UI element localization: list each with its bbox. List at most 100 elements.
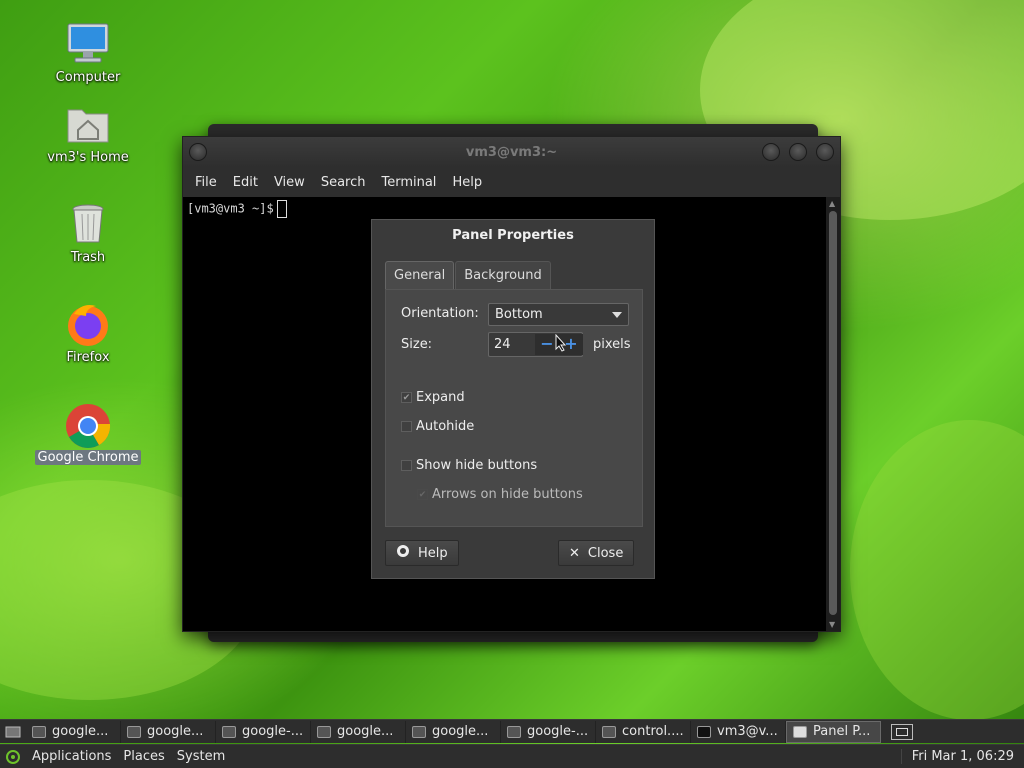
menu-file[interactable]: File: [187, 175, 225, 190]
close-icon[interactable]: [816, 143, 834, 161]
desktop-icon-computer[interactable]: Computer: [33, 20, 143, 85]
task-button[interactable]: google-...: [501, 720, 596, 743]
close-button[interactable]: ✕ Close: [558, 540, 635, 566]
task-button[interactable]: google...: [406, 720, 501, 743]
task-button[interactable]: google...: [311, 720, 406, 743]
desktop-icon-label: Firefox: [66, 350, 110, 365]
dialog-tabs: General Background: [385, 261, 552, 289]
terminal-menubar: File Edit View Search Terminal Help: [183, 167, 840, 197]
window-icon: [222, 725, 236, 738]
terminal-scrollbar[interactable]: ▲ ▼: [826, 197, 840, 631]
size-spinbutton[interactable]: 24 − +: [488, 332, 583, 357]
chrome-icon: [64, 400, 112, 448]
scroll-down-icon[interactable]: ▼: [829, 620, 835, 629]
task-button[interactable]: google-...: [216, 720, 311, 743]
desktop-icon-label: Trash: [70, 250, 106, 265]
menu-edit[interactable]: Edit: [225, 175, 266, 190]
firefox-icon: [64, 300, 112, 348]
checkbox-checked-icon: ✔: [401, 392, 412, 403]
orientation-label: Orientation:: [401, 306, 479, 321]
task-label: google-...: [527, 724, 589, 739]
size-label: Size:: [401, 337, 433, 352]
size-value: 24: [494, 337, 511, 352]
show-hide-buttons-label: Show hide buttons: [416, 458, 538, 473]
desktop-icon-home[interactable]: vm3's Home: [33, 100, 143, 165]
task-button[interactable]: google...: [121, 720, 216, 743]
tab-background[interactable]: Background: [455, 261, 551, 289]
show-hide-buttons-checkbox[interactable]: Show hide buttons: [401, 458, 537, 473]
task-label: google...: [147, 724, 204, 739]
mouse-pointer-icon: [555, 333, 567, 356]
task-label: google...: [337, 724, 394, 739]
wallpaper-highlight: [850, 420, 1024, 720]
workspace-switcher-icon[interactable]: [891, 723, 913, 740]
autohide-checkbox[interactable]: Autohide: [401, 419, 474, 434]
close-label: Close: [587, 545, 624, 561]
dialog-title: Panel Properties: [452, 228, 574, 243]
checkbox-icon: [401, 421, 412, 432]
size-unit: pixels: [593, 337, 631, 352]
show-desktop-icon[interactable]: [0, 721, 26, 743]
task-label: control....: [622, 724, 684, 739]
orientation-value: Bottom: [495, 307, 543, 322]
terminal-titlebar[interactable]: vm3@vm3:~: [183, 137, 840, 167]
expand-checkbox[interactable]: ✔ Expand: [401, 390, 465, 405]
menu-search[interactable]: Search: [313, 175, 374, 190]
task-button[interactable]: vm3@v...: [691, 720, 786, 743]
task-label: google-...: [242, 724, 304, 739]
menu-applications[interactable]: Applications: [26, 749, 117, 764]
task-label: Panel P...: [813, 724, 871, 739]
task-button-active[interactable]: Panel P...: [786, 720, 881, 743]
checkbox-checked-icon: ✔: [417, 489, 428, 500]
window-icon: [32, 725, 46, 738]
terminal-title: vm3@vm3:~: [465, 144, 558, 160]
chevron-down-icon: [612, 312, 622, 318]
desktop-icon-label: Computer: [55, 70, 121, 85]
window-icon: [127, 725, 141, 738]
menu-view[interactable]: View: [266, 175, 313, 190]
checkbox-icon: [401, 460, 412, 471]
arrows-label: Arrows on hide buttons: [432, 487, 583, 502]
panel-properties-dialog: Panel Properties General Background Orie…: [371, 219, 655, 579]
home-folder-icon: [64, 100, 112, 148]
distro-logo-icon[interactable]: [0, 749, 26, 765]
desktop-icon-label: vm3's Home: [47, 150, 129, 165]
general-tab-panel: Orientation: Bottom Size: 24 − + pixels …: [385, 289, 643, 527]
terminal-icon: [697, 725, 711, 738]
menu-system[interactable]: System: [171, 749, 231, 764]
menu-places[interactable]: Places: [117, 749, 170, 764]
window-icon: [793, 725, 807, 738]
trash-icon: [64, 200, 112, 248]
desktop-icon-trash[interactable]: Trash: [33, 200, 143, 265]
window-icon: [317, 725, 331, 738]
window-menu-icon[interactable]: [189, 143, 207, 161]
close-x-icon: ✕: [569, 545, 580, 561]
scrollbar-thumb[interactable]: [829, 211, 837, 615]
task-label: vm3@v...: [717, 724, 778, 739]
window-list-panel: google... google... google-... google...…: [0, 719, 1024, 743]
scroll-up-icon[interactable]: ▲: [829, 199, 835, 208]
help-lifebuoy-icon: [396, 544, 410, 562]
task-label: google...: [52, 724, 109, 739]
arrows-on-hide-buttons-checkbox[interactable]: ✔ Arrows on hide buttons: [417, 487, 583, 502]
help-button[interactable]: Help: [385, 540, 459, 566]
help-label: Help: [418, 545, 448, 561]
window-icon: [602, 725, 616, 738]
clock[interactable]: Fri Mar 1, 06:29: [900, 749, 1024, 764]
window-icon: [412, 725, 426, 738]
desktop-icon-chrome[interactable]: Google Chrome: [33, 400, 143, 465]
task-button[interactable]: google...: [26, 720, 121, 743]
tab-general[interactable]: General: [385, 261, 455, 289]
orientation-row: Orientation:: [401, 306, 479, 321]
text-cursor: [276, 200, 287, 218]
menu-terminal[interactable]: Terminal: [373, 175, 444, 190]
desktop-icon-firefox[interactable]: Firefox: [33, 300, 143, 365]
orientation-select[interactable]: Bottom: [488, 303, 629, 326]
expand-label: Expand: [416, 390, 465, 405]
size-row: Size:: [401, 337, 432, 352]
task-button[interactable]: control....: [596, 720, 691, 743]
menu-help[interactable]: Help: [444, 175, 490, 190]
autohide-label: Autohide: [416, 419, 475, 434]
maximize-icon[interactable]: [789, 143, 807, 161]
minimize-icon[interactable]: [762, 143, 780, 161]
